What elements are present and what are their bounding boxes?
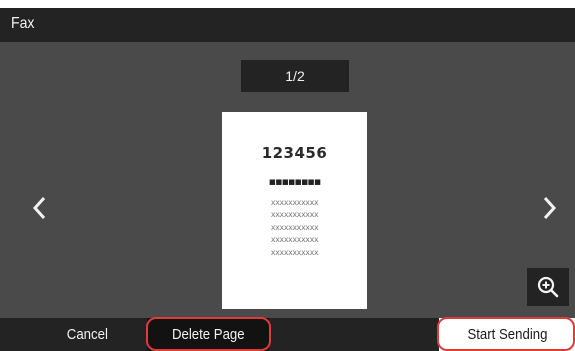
- cancel-button[interactable]: Cancel: [47, 318, 127, 351]
- document-text-line: xxxxxxxxxxx: [270, 222, 319, 232]
- chevron-left-icon: [32, 196, 46, 220]
- start-sending-button[interactable]: Start Sending: [439, 318, 575, 351]
- document-text-line: xxxxxxxxxxx: [270, 198, 319, 207]
- start-sending-button-label: Start Sending: [467, 326, 547, 343]
- previous-page-button[interactable]: [24, 190, 54, 226]
- document-text-line: xxxxxxxxxxx: [270, 235, 319, 245]
- zoom-in-icon: [537, 276, 559, 298]
- next-page-button[interactable]: [535, 190, 565, 226]
- title-bar: Fax: [0, 8, 575, 42]
- fax-preview-screen: Fax 1/2 123456 ▪▪▪▪▪▪▪▪ xxxxxxxxxxx xxxx…: [0, 8, 575, 351]
- page-indicator: 1/2: [241, 60, 349, 92]
- screen-title: Fax: [11, 15, 35, 32]
- cancel-button-label: Cancel: [66, 326, 108, 343]
- document-text-line: xxxxxxxxxxx: [270, 247, 319, 257]
- chevron-right-icon: [543, 196, 557, 220]
- zoom-button[interactable]: [527, 268, 569, 306]
- document-text-lines: xxxxxxxxxxx xxxxxxxxxxx xxxxxxxxxxx xxxx…: [222, 197, 367, 259]
- action-bar: Cancel Delete Page Start Sending: [0, 318, 575, 351]
- document-preview: 123456 ▪▪▪▪▪▪▪▪ xxxxxxxxxxx xxxxxxxxxxx …: [222, 112, 367, 309]
- delete-page-button[interactable]: Delete Page: [147, 318, 269, 351]
- delete-page-button-label: Delete Page: [171, 326, 245, 343]
- document-bullet-row: ▪▪▪▪▪▪▪▪: [268, 175, 322, 188]
- document-text-line: xxxxxxxxxxx: [270, 210, 319, 220]
- document-heading: 123456: [261, 144, 328, 162]
